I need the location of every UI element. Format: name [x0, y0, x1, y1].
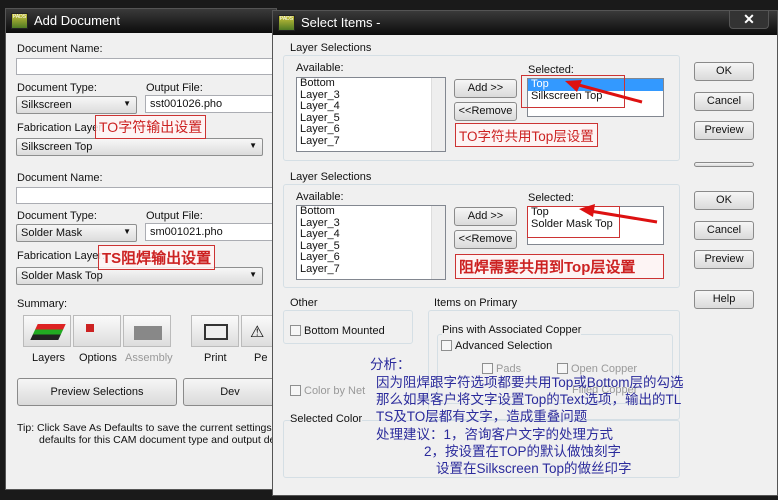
select-items-content: Layer Selections Available: Bottom Layer…	[0, 0, 778, 500]
pins-label: Pins with Associated Copper	[442, 324, 582, 336]
advanced-selection-checkbox[interactable]: Advanced Selection	[441, 340, 552, 352]
checkbox-label: Color by Net	[304, 385, 366, 397]
available-label: Available:	[296, 191, 344, 203]
analysis-line: 那么如果客户将文字设置Top的Text选项，输出的TL	[376, 392, 682, 407]
checkbox-icon	[482, 363, 493, 374]
ok-button[interactable]: OK	[694, 62, 754, 81]
checkbox-icon	[557, 363, 568, 374]
analysis-line: 设置在Silkscreen Top的做丝印字	[436, 461, 632, 476]
checkbox-icon	[290, 325, 301, 336]
analysis-line: TS及TO层都有文字，造成重叠问题	[376, 409, 588, 424]
scrollbar[interactable]	[431, 78, 445, 151]
preview-button[interactable]: Preview	[694, 250, 754, 269]
available-label: Available:	[296, 62, 344, 74]
hidden-button[interactable]	[694, 162, 754, 167]
analysis-line: 处理建议：1，咨询客户文字的处理方式	[376, 427, 614, 442]
list-item[interactable]: Layer_7	[297, 263, 445, 276]
list-item[interactable]: Layer_4	[297, 100, 445, 113]
list-item[interactable]: Layer_4	[297, 228, 445, 241]
arrow-annotation	[579, 204, 658, 224]
checkbox-icon	[290, 385, 301, 396]
color-by-net-checkbox[interactable]: Color by Net	[290, 385, 365, 397]
available-list[interactable]: Bottom Layer_3 Layer_4 Layer_5 Layer_6 L…	[296, 77, 446, 152]
checkbox-icon	[441, 340, 452, 351]
remove-button[interactable]: <<Remove	[454, 230, 517, 249]
preview-button[interactable]: Preview	[694, 121, 754, 140]
available-list[interactable]: Bottom Layer_3 Layer_4 Layer_5 Layer_6 L…	[296, 205, 446, 280]
arrow-annotation	[565, 80, 643, 104]
add-button[interactable]: Add >>	[454, 79, 517, 98]
list-item[interactable]: Bottom	[297, 206, 445, 218]
list-item[interactable]: Layer_6	[297, 123, 445, 136]
list-item[interactable]: Bottom	[297, 78, 445, 90]
list-item[interactable]: Layer_7	[297, 135, 445, 148]
selected-color-label: Selected Color	[290, 413, 363, 425]
list-item[interactable]: Layer_6	[297, 251, 445, 264]
bottom-mounted-checkbox[interactable]: Bottom Mounted	[290, 325, 385, 337]
ok-button[interactable]: OK	[694, 191, 754, 210]
other-label: Other	[290, 297, 318, 309]
scrollbar[interactable]	[431, 206, 445, 279]
checkbox-label: Advanced Selection	[455, 340, 553, 352]
help-button[interactable]: Help	[694, 290, 754, 309]
annotation-top-shared: TO字符共用Top层设置	[455, 123, 598, 147]
remove-button[interactable]: <<Remove	[454, 102, 517, 121]
analysis-line: 2，按设置在TOP的默认做蚀刻字	[424, 444, 622, 459]
group-title: Layer Selections	[290, 42, 372, 54]
group-title: Layer Selections	[290, 171, 372, 183]
annotation-soldermask-top: 阻焊需要共用到Top层设置	[455, 254, 664, 279]
add-button[interactable]: Add >>	[454, 207, 517, 226]
items-on-primary-label: Items on Primary	[434, 297, 518, 309]
cancel-button[interactable]: Cancel	[694, 221, 754, 240]
analysis-heading: 分析：	[370, 357, 411, 372]
selected-label: Selected:	[528, 192, 574, 204]
cancel-button[interactable]: Cancel	[694, 92, 754, 111]
analysis-line: 因为阻焊跟字符选项都要共用Top或Bottom层的勾选	[376, 375, 684, 390]
checkbox-label: Bottom Mounted	[304, 325, 385, 337]
